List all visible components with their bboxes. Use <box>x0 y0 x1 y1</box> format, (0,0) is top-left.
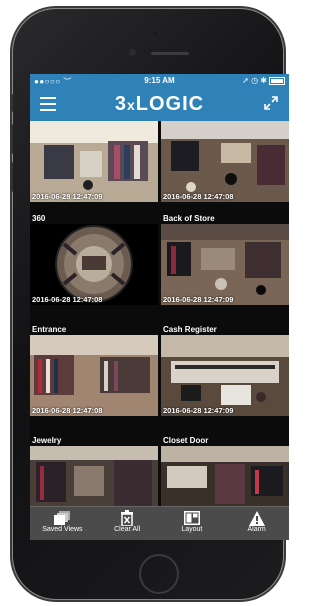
layout-button[interactable]: Layout <box>160 507 225 540</box>
app-logo: 3xLOGIC <box>114 93 205 115</box>
fullscreen-expand-icon[interactable] <box>263 95 279 111</box>
home-button[interactable] <box>139 554 179 594</box>
camera-title: Entrance <box>32 325 67 334</box>
layout-label: Layout <box>181 526 203 533</box>
status-bar: ●●○○○ ︶ 9:15 AM ➚ ◷ ✱ <box>30 74 289 87</box>
clear-all-label: Clear All <box>114 526 141 533</box>
camera-tile[interactable]: Cash Register 2016-06-28 12:47:09 <box>161 324 289 416</box>
camera-title: Back of Store <box>163 214 215 223</box>
camera-title: 360 <box>32 214 46 223</box>
camera-timestamp: 2016-06-28 12:47:09 <box>163 406 234 415</box>
camera-feed-image[interactable]: 2016-06-28 12:47:08 <box>161 121 289 202</box>
camera-tile[interactable]: Back of Store 2016-06-28 12:47:09 <box>161 213 289 305</box>
bottom-toolbar: Saved Views Clear All Layout Alarm <box>30 506 289 540</box>
camera-title: Cash Register <box>163 325 217 334</box>
alarm-label: Alarm <box>247 526 266 533</box>
camera-tile[interactable]: 2016-06-28 12:47:08 <box>161 121 289 202</box>
alarm-warning-icon <box>248 510 265 526</box>
camera-timestamp: 2016-06-28 12:47:08 <box>32 406 103 415</box>
camera-feed-image[interactable]: 2016-06-28 12:47:08 <box>30 335 158 416</box>
camera-title: Jewelry <box>32 436 62 445</box>
camera-feed-image[interactable]: 2016-06-28 12:47:08 <box>30 224 158 305</box>
saved-views-label: Saved Views <box>42 526 83 533</box>
mute-switch[interactable] <box>10 94 13 112</box>
camera-tile[interactable]: 2016-06-28 12:47:09 <box>30 121 158 202</box>
alarm-button[interactable]: Alarm <box>224 507 289 540</box>
earpiece-speaker <box>151 52 189 55</box>
front-sensor <box>153 32 157 36</box>
front-camera <box>129 49 136 56</box>
camera-title: Closet Door <box>163 436 209 445</box>
clear-all-button[interactable]: Clear All <box>95 507 160 540</box>
camera-timestamp: 2016-06-28 12:47:08 <box>32 295 103 304</box>
clear-all-icon <box>121 510 134 526</box>
camera-tile[interactable]: 360 2016-06-28 12:47:08 <box>30 213 158 305</box>
battery-icon <box>269 76 285 85</box>
app-header: 3xLOGIC <box>30 87 289 121</box>
saved-views-icon <box>54 511 71 525</box>
status-icons: ➚ ◷ ✱ <box>242 76 285 85</box>
layout-icon <box>183 511 200 525</box>
app-screen: ●●○○○ ︶ 9:15 AM ➚ ◷ ✱ 3xLOGIC 2016-06-28… <box>30 74 289 540</box>
camera-timestamp: 2016-06-28 12:47:08 <box>163 192 234 201</box>
volume-down-button[interactable] <box>10 162 13 192</box>
camera-timestamp: 2016-06-28 12:47:09 <box>32 192 103 201</box>
volume-up-button[interactable] <box>10 124 13 154</box>
camera-timestamp: 2016-06-28 12:47:09 <box>163 295 234 304</box>
saved-views-button[interactable]: Saved Views <box>30 507 95 540</box>
camera-grid: 2016-06-28 12:47:09 2016-06-28 12:47:08 <box>30 121 289 527</box>
camera-feed-image[interactable]: 2016-06-28 12:47:09 <box>161 335 289 416</box>
camera-feed-image[interactable]: 2016-06-28 12:47:09 <box>161 224 289 305</box>
camera-tile[interactable]: Entrance 2016-06-28 12:47:08 <box>30 324 158 416</box>
camera-feed-image[interactable]: 2016-06-28 12:47:09 <box>30 121 158 202</box>
